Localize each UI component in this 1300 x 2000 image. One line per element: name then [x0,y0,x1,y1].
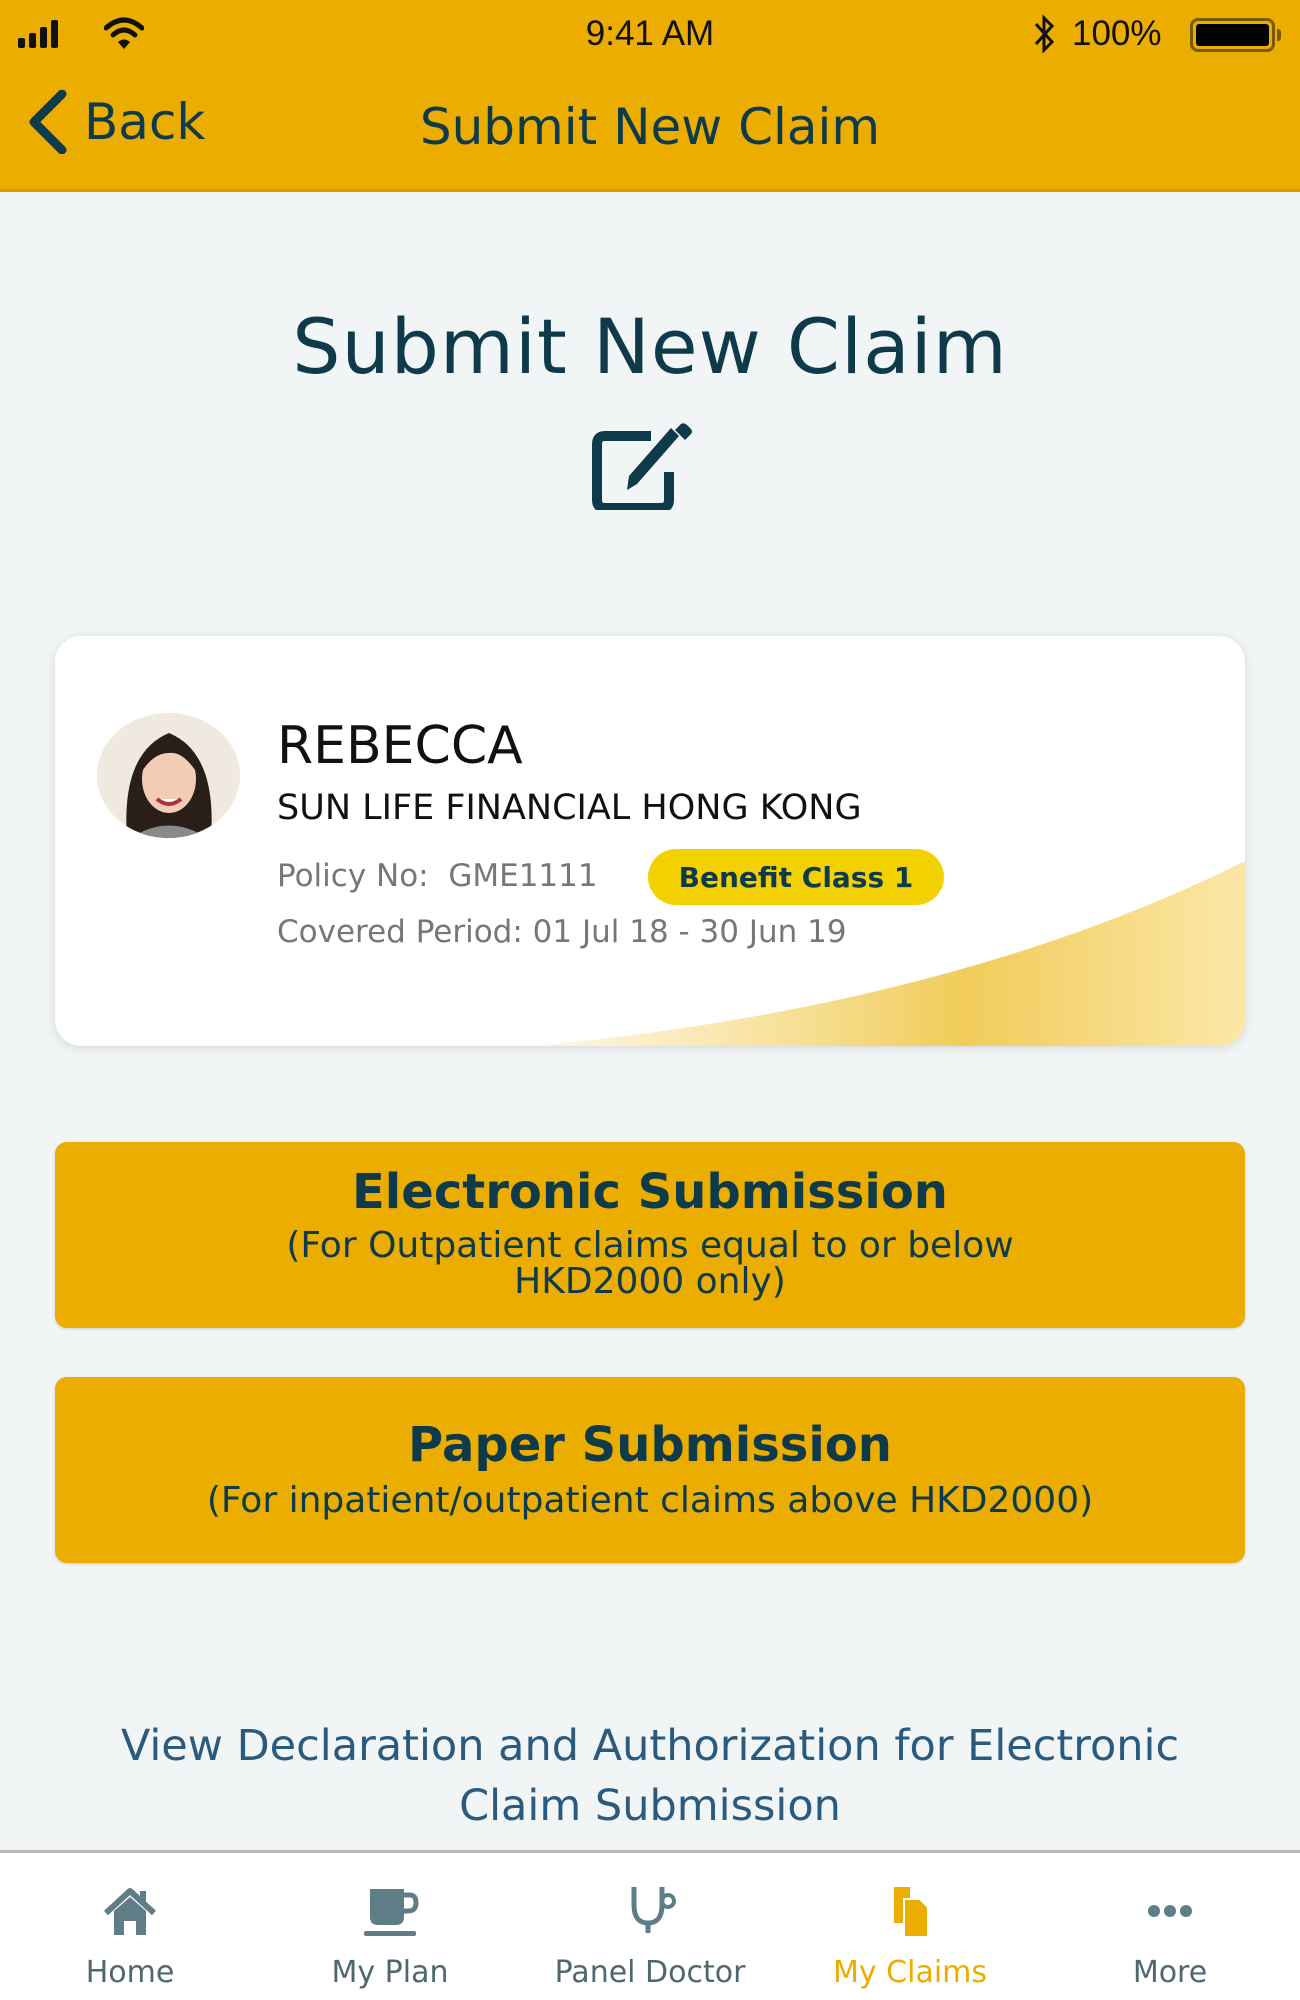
tab-my-plan[interactable]: My Plan [260,1853,520,2000]
member-name: REBECCA [277,716,523,776]
tab-home-label: Home [85,1955,175,1990]
tab-my-claims-label: My Claims [832,1955,988,1990]
member-card: REBECCA SUN LIFE FINANCIAL HONG KONG Pol… [55,636,1245,1046]
documents-icon [894,1887,929,1938]
tab-my-claims[interactable]: My Claims [780,1853,1040,2000]
electronic-submission-title: Electronic Submission [352,1164,948,1220]
declaration-link[interactable]: View Declaration and Authorization for E… [60,1716,1240,1836]
battery-percent: 100% [1072,14,1162,53]
edit-icon [592,423,692,510]
tab-panel-doctor-label: Panel Doctor [554,1955,746,1990]
stethoscope-icon [631,1887,676,1933]
cup-icon [364,1889,419,1936]
tab-my-plan-label: My Plan [331,1955,449,1990]
tab-bar: Home My Plan Panel Doctor My Claims More [0,1850,1300,2000]
tab-more-label: More [1132,1955,1208,1990]
avatar [97,713,240,838]
paper-submission-subtitle: (For inpatient/outpatient claims above H… [206,1480,1094,1521]
member-company: SUN LIFE FINANCIAL HONG KONG [277,788,862,828]
tab-more[interactable]: More [1040,1853,1300,2000]
paper-submission-title: Paper Submission [408,1417,892,1473]
status-bar: 9:41 AM 100% [0,0,1300,70]
policy-label: Policy No: [277,858,429,894]
top-bar: 9:41 AM 100% Back Submit New Claim [0,0,1300,192]
electronic-submission-subtitle: (For Outpatient claims equal to or below… [286,1225,1014,1302]
battery-icon [1190,18,1275,52]
page-title: Submit New Claim [292,302,1008,391]
tab-home[interactable]: Home [0,1853,260,2000]
policy-number: Policy No: GME1111 [277,858,598,894]
nav-title: Submit New Claim [419,98,881,156]
electronic-submission-button[interactable]: Electronic Submission (For Outpatient cl… [55,1142,1245,1328]
bluetooth-icon [1034,14,1055,54]
card-swoosh-decoration [535,861,1245,1046]
home-icon [103,1888,157,1935]
nav-bar: Back Submit New Claim [0,80,1300,180]
tab-panel-doctor[interactable]: Panel Doctor [520,1853,780,2000]
benefit-class-badge: Benefit Class 1 [648,849,944,905]
paper-submission-button[interactable]: Paper Submission (For inpatient/outpatie… [55,1377,1245,1563]
policy-value: GME1111 [448,858,598,894]
more-icon [1148,1905,1192,1917]
covered-period: Covered Period: 01 Jul 18 - 30 Jun 19 [277,914,847,950]
